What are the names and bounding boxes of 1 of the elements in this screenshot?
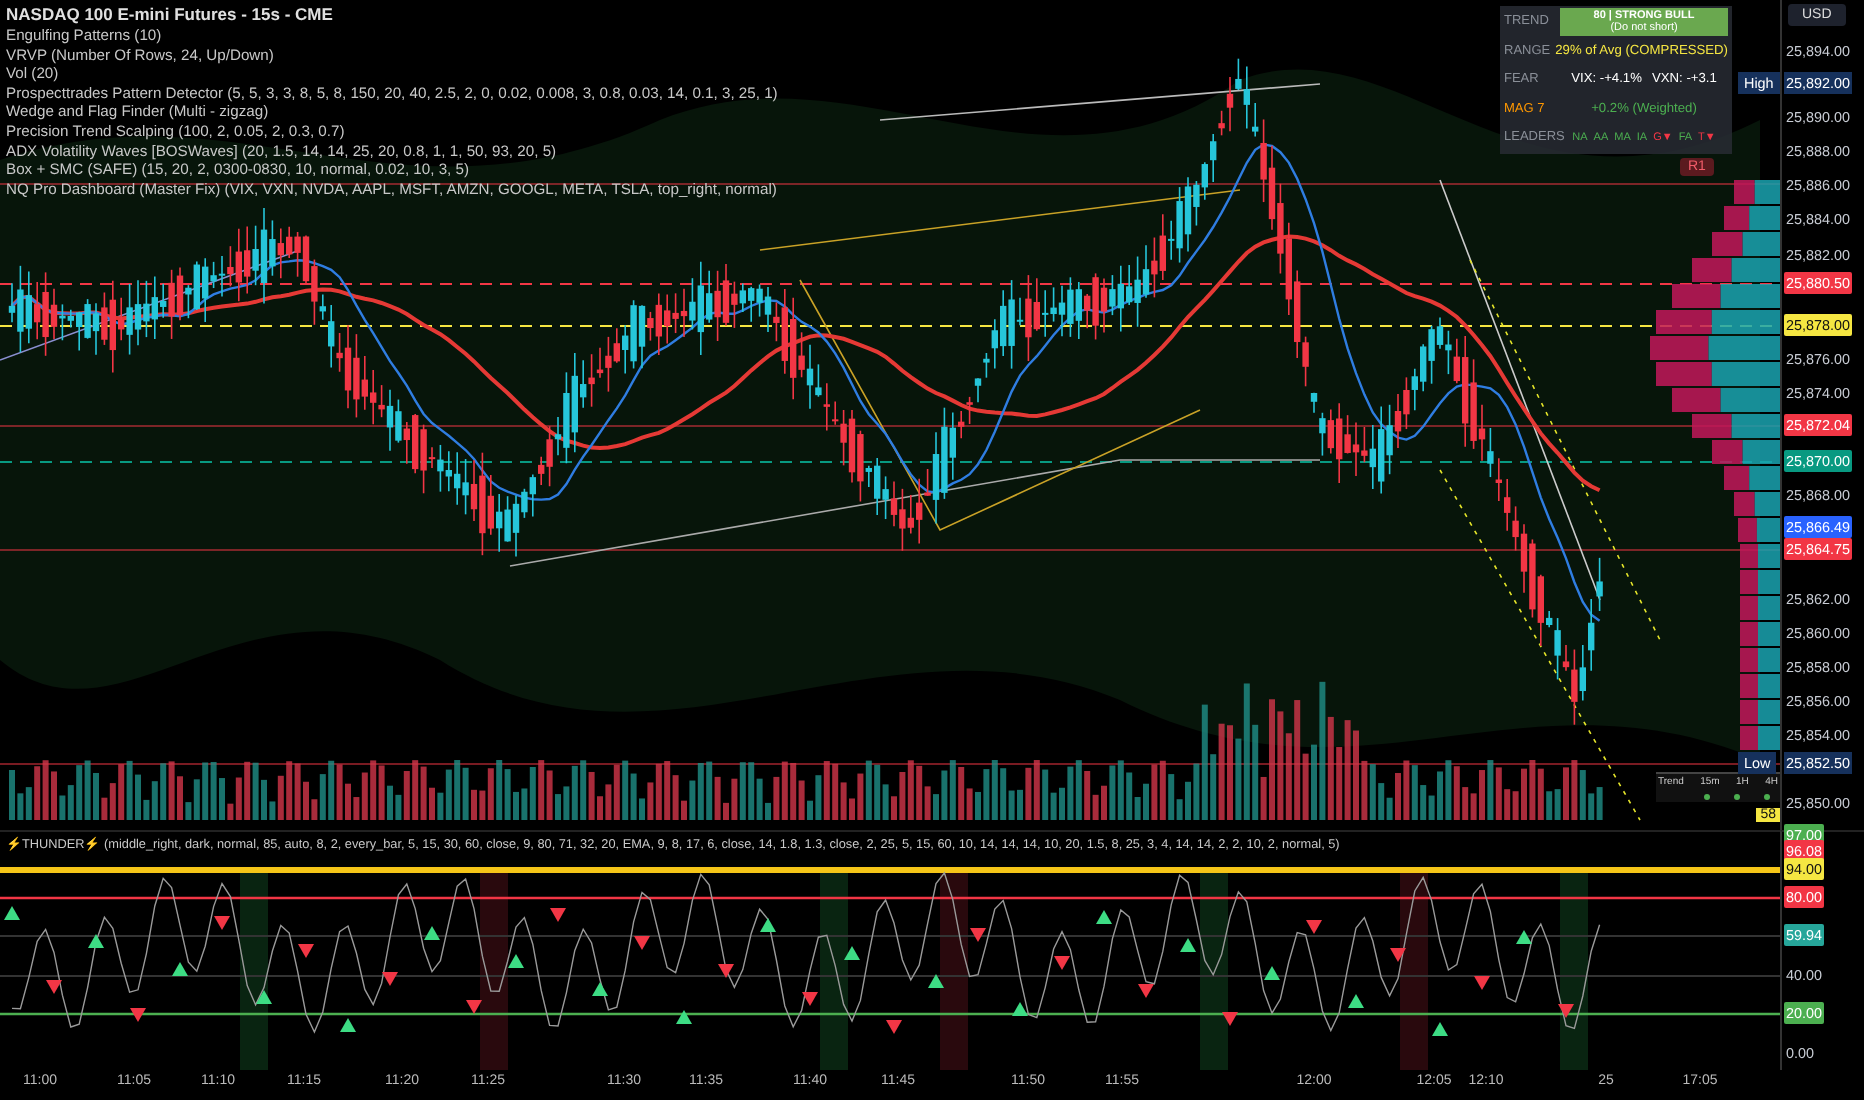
chart-title: NASDAQ 100 E-mini Futures - 15s - CME [6,4,335,26]
